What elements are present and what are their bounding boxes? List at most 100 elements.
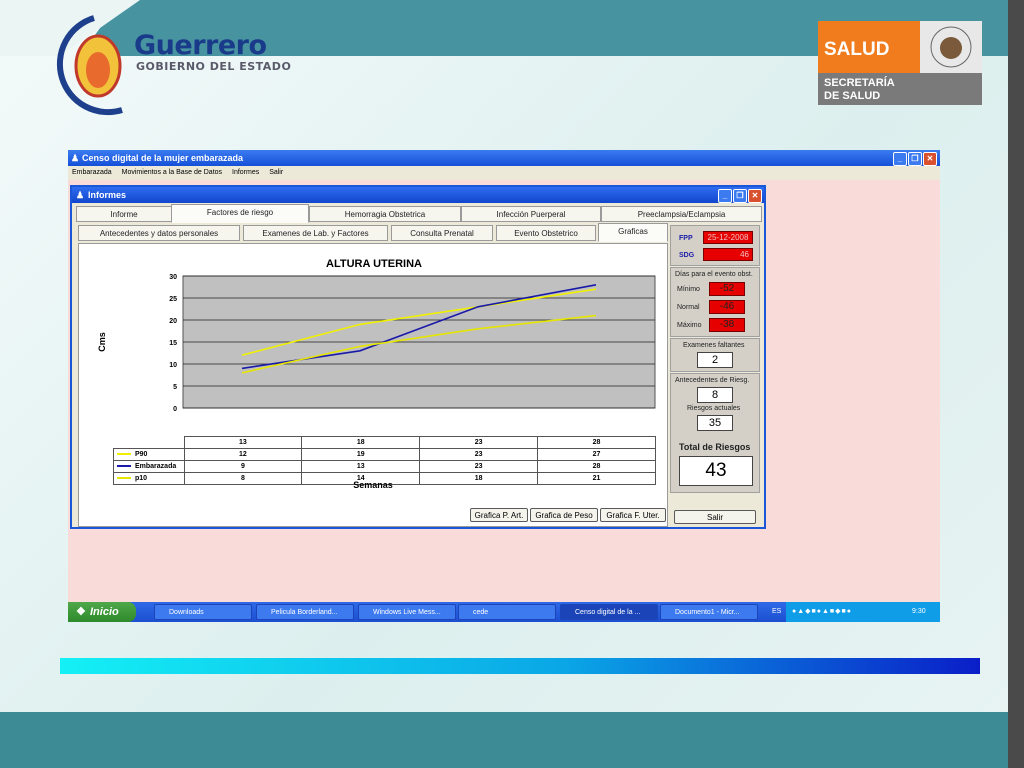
tab-consulta-prenatal[interactable]: Consulta Prenatal [391,225,493,241]
data-label: 23 [419,460,539,473]
menu-salir[interactable]: Salir [269,169,283,176]
chart-panel: ALTURA UTERINA 0 5 10 15 20 25 30 Cms 13 18 23 28 P… [78,243,668,527]
tab-informe[interactable]: Informe [76,206,172,222]
y-tick-label: 10 [169,362,177,369]
taskbar: ❖ Inicio Downloads Pelicula Borderland..… [68,602,940,622]
task-windows-live[interactable]: Windows Live Mess... [358,604,456,620]
fpp-sdg-group: FPP 25-12-2008 SDG 46 [670,225,760,266]
minimize-button[interactable]: _ [893,152,907,166]
close-button[interactable]: ✕ [923,152,937,166]
antecedentes-label: Antecedentes de Riesg. [675,377,750,384]
grafica-p-art-button[interactable]: Grafica P. Art. [470,508,528,522]
informes-dialog: ♟ Informes _ ❐ ✕ Informe Factores de rie… [70,185,766,529]
fpp-label: FPP [679,235,693,242]
mexico-seal-icon [920,21,982,73]
x-tick-label: 13 [183,436,303,449]
grafica-peso-button[interactable]: Grafica de Peso [530,508,598,522]
table-row: Embarazada 9 13 23 28 [113,460,656,473]
minimo-value: -52 [709,282,745,296]
legend-swatch [117,465,131,468]
tab-examenes[interactable]: Examenes de Lab. y Factores [243,225,388,241]
tab-hemorragia-obstetrica[interactable]: Hemorragia Obstetrica [309,206,461,222]
legend-swatch [117,453,131,456]
start-button[interactable]: ❖ Inicio [68,602,136,622]
legend-entry: P90 [113,448,185,461]
chart-title: ALTURA UTERINA [326,258,422,270]
salir-button[interactable]: Salir [674,510,756,524]
normal-value: -46 [709,300,745,314]
faltantes-label: Examenes faltantes [683,342,745,349]
user-icon: ♟ [71,153,80,163]
minimo-label: Mínimo [677,286,700,293]
restore-button[interactable]: ❐ [908,152,922,166]
grafica-f-uter-button[interactable]: Grafica F. Uter. [600,508,666,522]
sdg-value: 46 [703,248,753,261]
dialog-minimize-button[interactable]: _ [718,189,732,203]
y-tick-label: 0 [173,406,177,413]
app-title: Censo digital de la mujer embarazada [82,153,244,163]
tab-infeccion-puerperal[interactable]: Infección Puerperal [461,206,601,222]
gradient-bar [60,658,980,674]
task-cede[interactable]: cede [458,604,556,620]
menu-movimientos[interactable]: Movimientos a la Base de Datos [122,169,222,176]
chart-xlabel: Semanas [353,480,393,490]
dias-evento-group: Días para el evento obst. Mínimo -52 Nor… [670,267,760,337]
data-label: 19 [301,448,421,461]
table-header-row: 13 18 23 28 [114,436,656,449]
menu-embarazada[interactable]: Embarazada [72,169,112,176]
start-label: Inicio [90,606,119,618]
dialog-restore-button[interactable]: ❐ [733,189,747,203]
data-label: 13 [301,460,421,473]
task-documento1[interactable]: Documento1 - Micr... [660,604,758,620]
user-icon: ♟ [76,190,85,200]
dialog-close-button[interactable]: ✕ [748,189,762,203]
menu-bar: Embarazada Movimientos a la Base de Dato… [68,166,940,180]
data-label: 9 [183,460,303,473]
dialog-titlebar: ♟ Informes _ ❐ ✕ [72,187,764,203]
dialog-title: Informes [88,190,127,200]
govt-name: Guerrero [134,30,267,61]
tab-preeclampsia[interactable]: Preeclampsia/Eclampsia [601,206,762,222]
salud-word: SALUD [824,39,890,60]
task-pelicula[interactable]: Pelicula Borderland... [256,604,354,620]
salud-logo: SALUD SECRETARÍA DE SALUD [818,21,982,105]
table-corner [114,437,185,449]
total-value: 43 [679,456,753,486]
data-label: 12 [183,448,303,461]
system-tray: ES ●▲◆■●▲■◆■● 9:30 [772,602,940,622]
chart-data-table: 13 18 23 28 P90 12 19 23 27 Embarazada 9 13 23 28 p10 8… [113,436,656,485]
y-tick-label: 25 [169,296,177,303]
actuales-value: 35 [697,415,733,431]
menu-informes[interactable]: Informes [232,169,259,176]
data-label: 23 [419,448,539,461]
tab-factores-de-riesgo[interactable]: Factores de riesgo [171,204,309,223]
salud-line2: DE SALUD [824,90,881,102]
task-censo-digital[interactable]: Censo digital de la ... [560,604,658,620]
language-indicator[interactable]: ES [772,602,781,622]
faltantes-value: 2 [697,352,733,368]
tray-icons[interactable]: ●▲◆■●▲■◆■● [792,602,852,622]
data-label: 27 [537,448,656,461]
examenes-faltantes-group: Examenes faltantes 2 [670,338,760,372]
maximo-label: Máximo [677,322,702,329]
salud-line1: SECRETARÍA [824,77,895,89]
data-label: 28 [537,460,656,473]
riesgos-group: Antecedentes de Riesg. 8 Riesgos actuale… [670,373,760,493]
clock: 9:30 [912,608,926,615]
legend-swatch [117,477,131,480]
bottom-decor-band [0,712,1024,768]
legend-label: Embarazada [135,463,177,470]
dias-title: Días para el evento obst. [675,271,753,278]
tab-antecedentes[interactable]: Antecedentes y datos personales [78,225,240,241]
total-label: Total de Riesgos [679,442,751,452]
app-titlebar: ♟ Censo digital de la mujer embarazada _… [68,150,940,166]
tab-graficas[interactable]: Graficas [598,223,668,242]
right-decor-edge [1008,0,1024,768]
fpp-value: 25-12-2008 [703,231,753,244]
task-downloads[interactable]: Downloads [154,604,252,620]
table-row: P90 12 19 23 27 [113,448,656,461]
legend-entry: Embarazada [113,460,185,473]
x-tick-label: 23 [419,436,539,449]
x-tick-label: 28 [537,436,656,449]
tab-evento-obstetrico[interactable]: Evento Obstetrico [496,225,596,241]
